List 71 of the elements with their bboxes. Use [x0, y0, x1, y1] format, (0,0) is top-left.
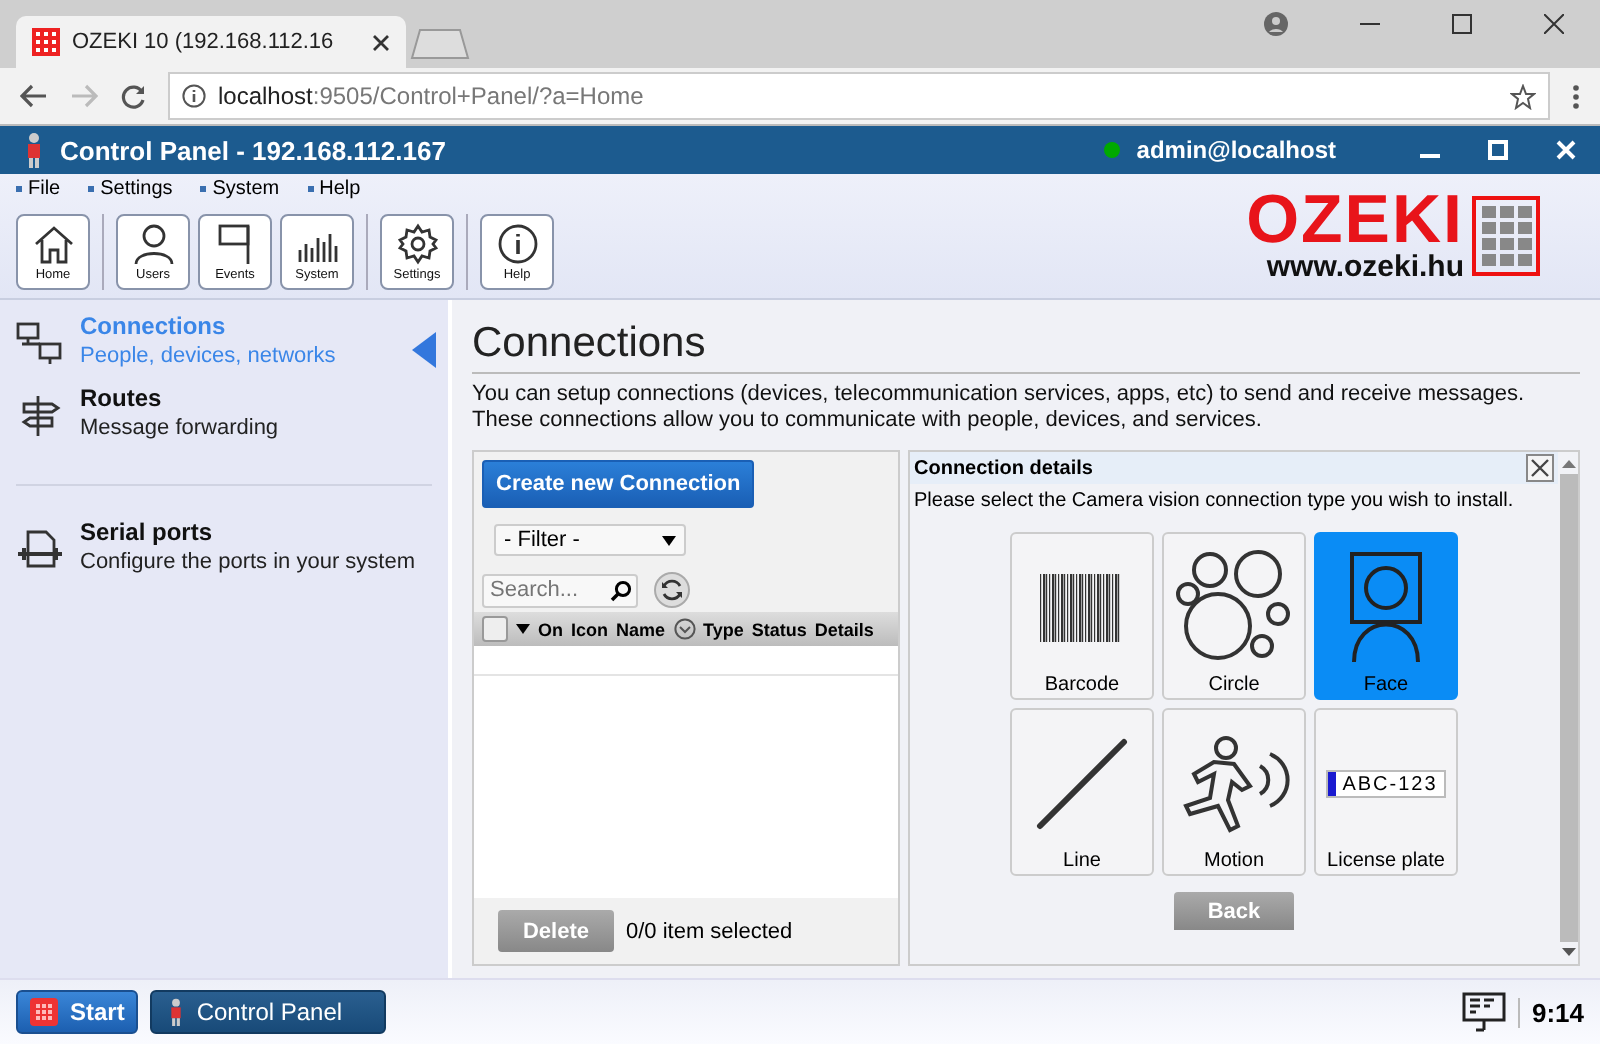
page-description: You can setup connections (devices, telecommunication services, apps, etc) to send and receive messages. These connections allow you to communicate with people, devices, and services.: [472, 382, 1527, 434]
sidebar-item[interactable]: Routes Message forwarding: [16, 380, 448, 452]
info-icon: [495, 222, 539, 266]
keypad-icon: [30, 998, 58, 1026]
instruction-text: Please select the Camera vision connection type you wish to install.: [912, 488, 1516, 516]
tab-title: OZEKI 10 (192.168.112.16: [72, 30, 336, 54]
person-icon: [1348, 552, 1424, 664]
filter-dropdown[interactable]: - Filter -: [494, 524, 686, 556]
address-field[interactable]: localhost:9505/Control+Panel/?a=Home: [168, 72, 1550, 120]
back-arrow-icon[interactable]: [20, 84, 48, 108]
selection-arrow-icon: [412, 332, 436, 368]
option-tile[interactable]: Face: [1314, 532, 1458, 700]
column-header[interactable]: Type: [703, 619, 744, 639]
license-plate: ABC-123: [1326, 770, 1446, 798]
refresh-icon[interactable]: [654, 572, 690, 608]
taskbar-window-button[interactable]: Control Panel: [150, 990, 387, 1034]
option-tile[interactable]: Circle: [1162, 532, 1306, 700]
scroll-up-icon[interactable]: [1561, 460, 1575, 468]
scroll-down-icon[interactable]: [1561, 948, 1575, 956]
column-header[interactable]: Details: [814, 619, 874, 639]
option-tile[interactable]: Motion: [1162, 708, 1306, 876]
browser-tab[interactable]: OZEKI 10 (192.168.112.16: [16, 16, 406, 68]
column-header[interactable]: Status: [751, 619, 807, 639]
column-header[interactable]: Icon: [571, 619, 609, 639]
option-tile[interactable]: Line: [1010, 708, 1154, 876]
caret-icon: [662, 535, 676, 545]
window-title: Control Panel - 192.168.112.167: [60, 135, 446, 165]
info-icon: [182, 84, 206, 108]
menu-item[interactable]: Settings: [88, 178, 173, 200]
keypad-icon: [1472, 196, 1540, 276]
profile-icon[interactable]: [1264, 12, 1288, 36]
column-header[interactable]: On: [538, 619, 563, 639]
column-header[interactable]: Name: [616, 619, 666, 639]
start-button[interactable]: Start: [16, 990, 139, 1034]
house-icon: [31, 222, 75, 266]
caret-icon[interactable]: [516, 624, 530, 634]
menu-item[interactable]: File: [16, 178, 61, 200]
close-icon[interactable]: [372, 33, 390, 51]
select-all-checkbox[interactable]: [482, 616, 508, 642]
sidebar-item[interactable]: Serial ports Configure the ports in your system: [16, 514, 448, 586]
sort-icon[interactable]: [673, 618, 696, 640]
create-connection-button[interactable]: Create new Connection: [482, 460, 755, 508]
menu-icon[interactable]: [1572, 83, 1580, 109]
person-icon: [131, 222, 175, 266]
star-icon[interactable]: [1510, 83, 1536, 109]
user-name: admin@localhost: [1136, 136, 1336, 164]
option-tile[interactable]: Barcode: [1010, 532, 1154, 700]
close-icon[interactable]: [1526, 454, 1554, 482]
computers-icon: [16, 320, 64, 368]
clock: 9:14: [1517, 997, 1584, 1027]
logo-text: OZEKI: [1246, 189, 1464, 249]
menu-item[interactable]: Help: [307, 178, 361, 200]
search-icon[interactable]: [610, 579, 632, 601]
logo-url: www.ozeki.hu: [1266, 249, 1464, 283]
panel-title: Connection details: [914, 457, 1093, 479]
selection-count: 0/0 item selected: [626, 919, 793, 943]
maximize-icon[interactable]: [1452, 14, 1472, 34]
reload-icon[interactable]: [120, 83, 146, 109]
keypad-icon: [32, 28, 60, 56]
search-field[interactable]: Search...: [482, 573, 638, 607]
option-tile[interactable]: ABC-123 License plate: [1314, 708, 1458, 876]
robot-icon: [24, 132, 44, 168]
monitor-icon[interactable]: [1461, 992, 1506, 1032]
robot-icon: [168, 998, 185, 1026]
menu-item[interactable]: System: [200, 178, 280, 200]
signpost-icon: [16, 392, 64, 440]
line-icon: [1036, 738, 1128, 830]
settings-icon: [395, 222, 439, 266]
page-heading: Connections: [472, 320, 1580, 374]
close-icon[interactable]: [1544, 14, 1564, 34]
circles-icon: [1174, 550, 1294, 666]
